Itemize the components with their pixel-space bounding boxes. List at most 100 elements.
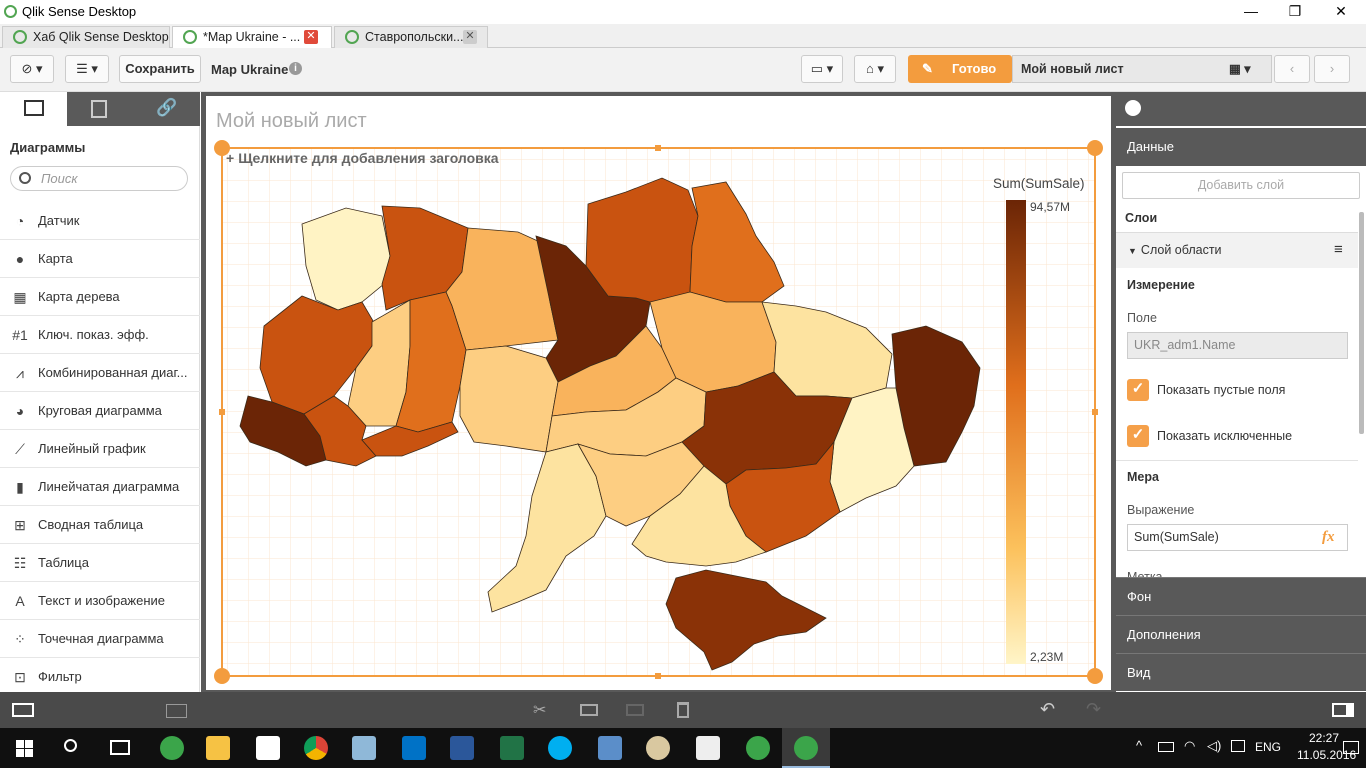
add-title-prompt[interactable]: + Щелкните для добавления заголовка (226, 150, 499, 166)
save-button[interactable]: Сохранить (119, 55, 201, 83)
search-icon[interactable] (64, 739, 77, 752)
volume-icon[interactable]: ◁) (1207, 738, 1221, 754)
bookmark-icon: ⌂ ▾ (866, 61, 884, 76)
layer-header[interactable]: ▼ Слой области ≡ (1116, 232, 1358, 268)
tab-fields[interactable] (67, 92, 134, 126)
tab-charts[interactable] (0, 92, 67, 126)
bottom-toolbar: ✂ ↶ ↷ (0, 692, 1366, 728)
notification-tray-icon[interactable] (1231, 740, 1245, 752)
qlik-sense-icon[interactable] (746, 736, 770, 760)
task-view-icon[interactable] (110, 740, 130, 755)
next-sheet-button[interactable]: › (1314, 55, 1350, 83)
tab-stavropol[interactable]: Ставропольски... ✕ (334, 26, 488, 48)
tray-up-arrow-icon[interactable]: ^ (1136, 738, 1142, 753)
close-button[interactable]: ✕ (1318, 0, 1364, 24)
menu-button[interactable]: ☰ ▾ (65, 55, 109, 83)
chart-type-item[interactable]: ● Карта (0, 240, 200, 278)
link-icon: 🔗 (156, 98, 178, 117)
network-computer-icon[interactable] (598, 736, 622, 760)
outlook-icon[interactable] (402, 736, 426, 760)
info-icon[interactable]: i (289, 62, 302, 75)
chart-type-item[interactable]: ⊡ Фильтр (0, 658, 200, 696)
search-input[interactable]: Поиск (10, 166, 188, 191)
minimize-button[interactable]: — (1228, 0, 1274, 24)
assets-panel: 🔗 Диаграммы Поиск ◔ Датчик ● Карта ▦ Карта де… (0, 92, 200, 696)
windows-start-icon[interactable] (16, 740, 33, 757)
qlik-sense-active-icon[interactable] (782, 728, 830, 768)
veeam-icon[interactable] (160, 736, 184, 760)
text-image-icon: A (15, 593, 25, 609)
action-center-icon[interactable] (1343, 741, 1359, 754)
store-icon[interactable] (256, 736, 280, 760)
previous-sheet-button[interactable]: ‹ (1274, 55, 1310, 83)
chart-app-icon[interactable] (696, 736, 720, 760)
chart-type-item[interactable]: A Текст и изображение (0, 582, 200, 620)
chart-type-label: Таблица (38, 555, 89, 570)
background-section[interactable]: Фон (1116, 577, 1366, 615)
tab-map-ukraine[interactable]: *Map Ukraine - ... ✕ (172, 26, 332, 48)
list-menu-icon: ☰ ▾ (76, 61, 98, 76)
maximize-button[interactable]: ❐ (1272, 0, 1318, 24)
bookmark-button[interactable]: ⌂ ▾ (854, 55, 896, 83)
hamburger-icon[interactable]: ≡ (1334, 233, 1343, 267)
toggle-left-panel-icon[interactable] (12, 703, 34, 717)
chart-type-item[interactable]: ⁘ Точечная диаграмма (0, 620, 200, 658)
clock-time[interactable]: 22:27 (1309, 731, 1339, 745)
expression-input[interactable]: Sum(SumSale) fx (1127, 524, 1348, 551)
checkbox-checked-icon[interactable]: ✓ (1127, 379, 1149, 401)
scrollbar[interactable] (1359, 212, 1364, 434)
close-tab-icon[interactable]: ✕ (304, 30, 318, 44)
sheet-name-selector[interactable]: Мой новый лист ▦ ▾ (1012, 55, 1272, 83)
properties-panel: Данные Добавить слой Слои ▼ Слой области … (1116, 92, 1366, 692)
caret-down-icon: ▼ (1128, 246, 1137, 256)
skype-icon[interactable] (548, 736, 572, 760)
tab-hub[interactable]: Хаб Qlik Sense Desktop (2, 26, 170, 48)
word-icon[interactable] (450, 736, 474, 760)
chart-type-item[interactable]: ☷ Таблица (0, 544, 200, 582)
chart-type-item[interactable]: ⟋ Линейный график (0, 430, 200, 468)
measure-heading: Мера (1127, 470, 1159, 484)
variables-icon[interactable] (166, 704, 187, 718)
field-input[interactable]: UKR_adm1.Name (1127, 332, 1348, 359)
map-object[interactable] (206, 96, 1111, 690)
chart-type-item[interactable]: ◔ Датчик (0, 202, 200, 240)
add-layer-button[interactable]: Добавить слой (1122, 172, 1360, 199)
sheets-grid-icon[interactable]: ▦ ▾ (1229, 56, 1251, 82)
paint-icon[interactable] (646, 736, 670, 760)
language-indicator[interactable]: ENG (1255, 740, 1281, 754)
show-excluded-checkbox-row[interactable]: ✓ Показать исключенные (1127, 425, 1292, 447)
chart-type-item[interactable]: ⊞ Сводная таблица (0, 506, 200, 544)
cut-icon[interactable]: ✂ (533, 700, 546, 720)
compass-icon: ⊘ ▾ (21, 61, 43, 76)
chrome-icon[interactable] (304, 736, 328, 760)
chart-type-item[interactable]: ▦ Карта дерева (0, 278, 200, 316)
data-section-header[interactable]: Данные (1116, 128, 1366, 166)
chart-type-item[interactable]: ⩘ Комбинированная диаг... (0, 354, 200, 392)
app-name: Map Ukraine (211, 62, 289, 77)
undo-icon[interactable]: ↶ (1040, 699, 1055, 720)
battery-icon[interactable] (1158, 742, 1174, 752)
close-tab-icon[interactable]: ✕ (463, 30, 477, 44)
chart-type-item[interactable]: ◕ Круговая диаграмма (0, 392, 200, 430)
wifi-icon[interactable]: ◠ (1184, 738, 1195, 754)
notepad-icon[interactable] (352, 736, 376, 760)
tab-master-items[interactable]: 🔗 (134, 92, 200, 126)
fields-list-icon (91, 100, 107, 118)
chart-type-item[interactable]: ▮ Линейчатая диаграмма (0, 468, 200, 506)
chart-type-item[interactable]: #1 Ключ. показ. эфф. (0, 316, 200, 354)
copy-icon[interactable] (580, 704, 598, 716)
excel-icon[interactable] (500, 736, 524, 760)
done-button[interactable]: ✎ Готово (908, 55, 1012, 83)
checkbox-checked-icon[interactable]: ✓ (1127, 425, 1149, 447)
addons-section[interactable]: Дополнения (1116, 615, 1366, 653)
file-explorer-icon[interactable] (206, 736, 230, 760)
filter-icon: ⊡ (14, 669, 26, 685)
present-button[interactable]: ▭ ▾ (801, 55, 843, 83)
toggle-right-panel-icon[interactable] (1332, 703, 1354, 717)
chart-type-label: Сводная таблица (38, 517, 144, 532)
delete-icon[interactable] (677, 702, 689, 718)
navigation-button[interactable]: ⊘ ▾ (10, 55, 54, 83)
appearance-section[interactable]: Вид (1116, 653, 1366, 691)
fx-icon[interactable]: fx (1322, 525, 1335, 550)
show-null-checkbox-row[interactable]: ✓ Показать пустые поля (1127, 379, 1285, 401)
